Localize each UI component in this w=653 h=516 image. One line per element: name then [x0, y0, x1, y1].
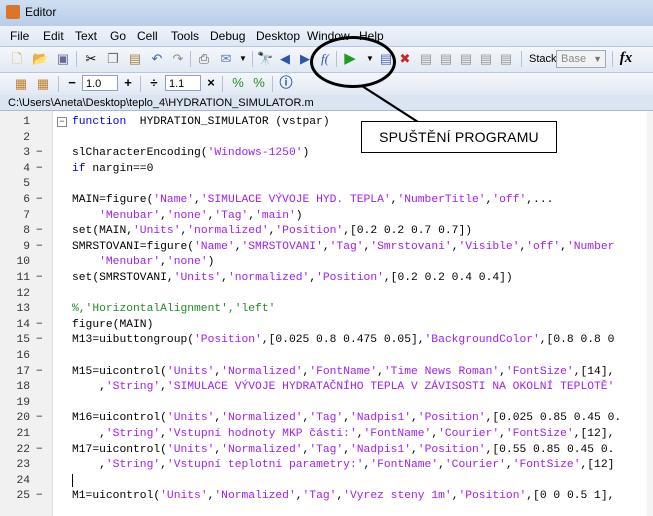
run-highlight-ellipse	[310, 36, 396, 88]
callout-label: SPUŠTĚNÍ PROGRAMU	[361, 121, 557, 153]
